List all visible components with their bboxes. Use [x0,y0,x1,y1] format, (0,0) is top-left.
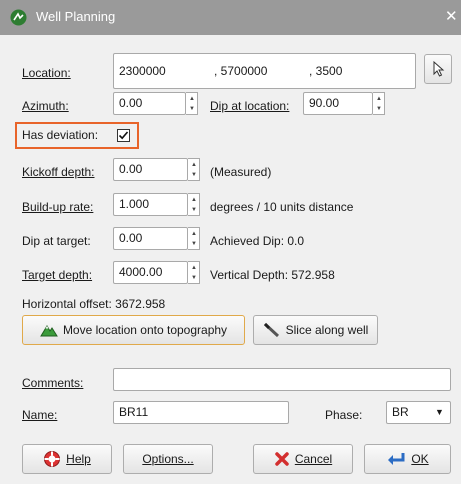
location-x: 2300000 [119,64,166,78]
horizontal-offset-text: Horizontal offset: 3672.958 [22,297,166,311]
checkmark-icon [118,131,129,140]
kickoff-depth-label: Kickoff depth: [22,165,95,179]
azimuth-label: Azimuth: [22,99,69,113]
build-up-rate-spinner[interactable]: ▲ ▼ [188,193,200,216]
has-deviation-label: Has deviation: [22,128,99,142]
dip-at-target-spinner[interactable]: ▲ ▼ [188,227,200,250]
azimuth-input[interactable]: 0.00 [113,92,186,115]
move-location-button[interactable]: Move location onto topography [22,315,245,345]
slice-along-well-label: Slice along well [285,323,369,337]
return-arrow-icon [386,451,406,467]
help-label: Help [66,452,91,466]
app-logo-icon [10,9,27,26]
cancel-button[interactable]: Cancel [253,444,353,474]
lifebuoy-icon [43,450,61,468]
move-location-label: Move location onto topography [62,323,228,337]
kickoff-depth-spinner[interactable]: ▲ ▼ [188,158,200,181]
cancel-label: Cancel [294,452,333,466]
kickoff-depth-note: (Measured) [210,165,272,179]
build-up-rate-input[interactable]: 1.000 [113,193,188,216]
comments-input[interactable] [113,368,451,391]
comments-label: Comments: [22,376,84,390]
close-icon[interactable]: ✕ [445,7,458,25]
slice-along-well-button[interactable]: Slice along well [253,315,378,345]
well-planning-dialog: Location: 2300000 , 5700000 , 3500 Azimu… [0,35,461,484]
title-bar: Well Planning ✕ [0,0,461,35]
has-deviation-checkbox[interactable] [117,129,130,142]
location-label: Location: [22,66,71,80]
dip-at-target-label: Dip at target: [22,234,91,248]
dip-at-location-spinner[interactable]: ▲ ▼ [373,92,385,115]
help-button[interactable]: Help [22,444,112,474]
options-button[interactable]: Options... [123,444,213,474]
mountain-icon [40,323,58,337]
phase-select[interactable]: BR ▼ [386,401,451,424]
dip-at-location-label: Dip at location: [210,99,290,113]
dip-at-location-input[interactable]: 90.00 [303,92,373,115]
dip-at-target-input[interactable]: 0.00 [113,227,188,250]
target-depth-label: Target depth: [22,268,93,282]
build-up-rate-label: Build-up rate: [22,200,94,214]
pick-location-button[interactable] [424,54,452,84]
target-depth-input[interactable]: 4000.00 [113,261,188,284]
knife-icon [263,322,281,338]
location-y: , 5700000 [214,64,268,78]
vertical-depth-text: Vertical Depth: 572.958 [210,268,335,282]
location-field[interactable]: 2300000 , 5700000 , 3500 [113,53,416,89]
window-title: Well Planning [36,9,116,24]
kickoff-depth-input[interactable]: 0.00 [113,158,188,181]
build-up-rate-units: degrees / 10 units distance [210,200,354,214]
name-label: Name: [22,408,58,422]
azimuth-spinner[interactable]: ▲ ▼ [186,92,198,115]
chevron-down-icon: ▼ [435,407,444,417]
cancel-x-icon [274,451,290,467]
cursor-arrow-icon [433,61,445,77]
location-z: , 3500 [309,64,343,78]
phase-label: Phase: [325,408,363,422]
ok-label: OK [411,452,429,466]
target-depth-spinner[interactable]: ▲ ▼ [188,261,200,284]
phase-value: BR [392,405,409,419]
options-label: Options... [142,452,194,466]
name-input[interactable]: BR11 [113,401,289,424]
ok-button[interactable]: OK [364,444,451,474]
achieved-dip-text: Achieved Dip: 0.0 [210,234,305,248]
